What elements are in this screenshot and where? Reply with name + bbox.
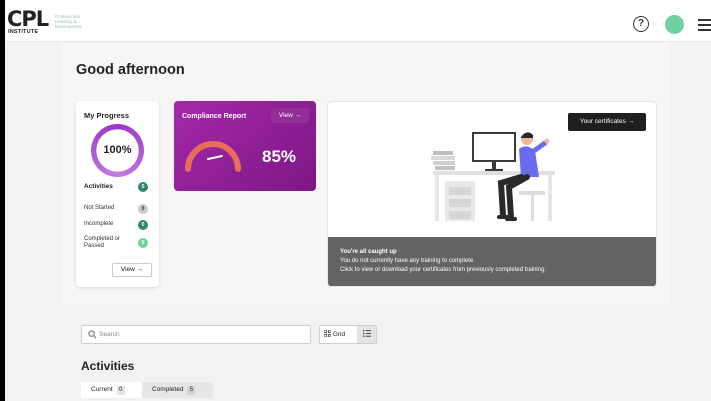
top-header: CPL INSTITUTE Professional Learning & De… — [5, 0, 711, 42]
compliance-percent: 85% — [262, 147, 297, 166]
stat-incomplete-count: 0 — [138, 220, 148, 230]
list-view-button[interactable] — [357, 326, 376, 343]
activities-title: Activities — [81, 359, 135, 373]
logo-wordmark: CPL — [7, 7, 49, 31]
certificates-card: Your certificates → You're all caught up… — [327, 101, 657, 287]
list-icon — [362, 330, 371, 337]
caught-up-title: You're all caught up — [340, 249, 397, 255]
progress-ring: 100% — [91, 124, 144, 177]
help-icon[interactable]: ? — [633, 16, 649, 32]
stat-incomplete: Incomplete — [84, 221, 114, 227]
search-icon — [88, 330, 97, 339]
logo-institute: INSTITUTE — [8, 29, 39, 35]
tab-completed-count: 5 — [187, 386, 196, 395]
grid-icon — [323, 329, 332, 338]
activities-count: 5 — [138, 182, 148, 192]
compliance-title: Compliance Report — [182, 113, 247, 120]
search-box — [81, 325, 311, 344]
activities-label: Activities — [84, 183, 113, 190]
menu-bar — [698, 29, 711, 31]
logo-tagline: Professional Learning & Development — [55, 14, 82, 29]
avatar[interactable] — [665, 15, 684, 34]
dashboard-panel: Good afternoon My Progress 100% Activiti… — [62, 43, 670, 305]
progress-title: My Progress — [84, 111, 130, 120]
caught-up-line-1: You do not currently have any training t… — [340, 258, 475, 264]
your-certificates-button[interactable]: Your certificates → — [568, 113, 646, 131]
progress-percent: 100% — [103, 144, 132, 156]
caught-up-line-2: Click to view or download your certifica… — [340, 267, 547, 273]
view-toggle: Grid — [319, 325, 377, 344]
grid-view-label: Grid — [332, 331, 346, 338]
gauge-icon — [185, 141, 241, 172]
tab-current-count: 0 — [116, 386, 125, 395]
stat-not-started: Not Started — [84, 205, 115, 211]
stat-completed: Completed or Passed — [84, 236, 121, 249]
hamburger-menu-icon[interactable] — [698, 19, 711, 31]
greeting-title: Good afternoon — [76, 62, 185, 78]
progress-view-button[interactable]: View → — [112, 263, 152, 277]
grid-view-button[interactable]: Grid — [320, 326, 356, 343]
tab-completed[interactable]: Completed 5 — [142, 382, 213, 398]
my-progress-card: My Progress 100% Activities 5 Not Starte… — [76, 101, 159, 287]
tab-current[interactable]: Current 0 — [81, 382, 142, 398]
stat-completed-count: 5 — [138, 238, 148, 248]
stat-not-started-count: 0 — [138, 204, 148, 214]
app-window: CPL INSTITUTE Professional Learning & De… — [5, 0, 711, 401]
compliance-view-button[interactable]: View → — [271, 108, 309, 123]
menu-bar — [698, 24, 711, 26]
menu-bar — [698, 19, 711, 21]
tab-completed-label: Completed — [152, 386, 184, 393]
tab-current-label: Current — [91, 386, 113, 393]
compliance-report-card[interactable]: Compliance Report View → 85% — [174, 101, 316, 191]
search-input[interactable] — [99, 328, 304, 341]
caught-up-banner[interactable]: You're all caught up You do not currentl… — [328, 237, 656, 286]
person-at-desk-illustration — [431, 132, 555, 221]
cpl-logo[interactable]: CPL INSTITUTE Professional Learning & De… — [7, 8, 97, 36]
